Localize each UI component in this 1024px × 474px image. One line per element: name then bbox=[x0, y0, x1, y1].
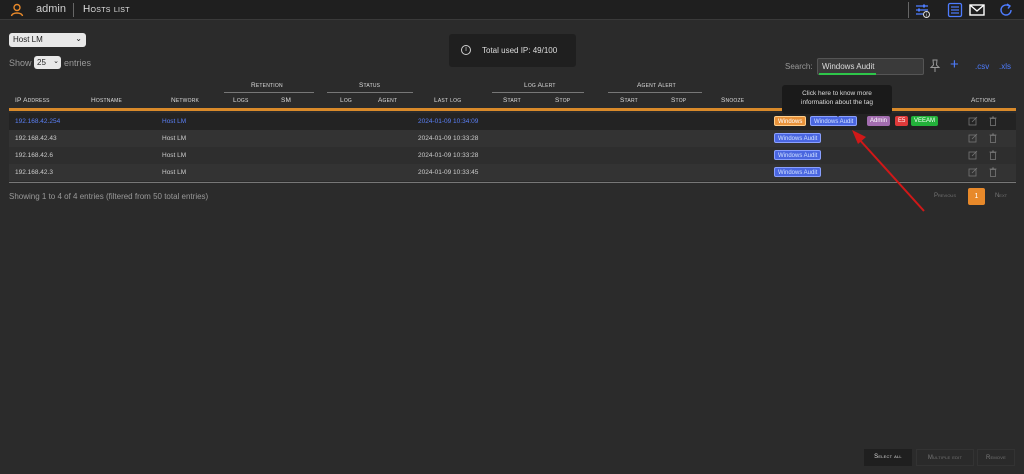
divider bbox=[908, 2, 909, 18]
cell-network: Host LM bbox=[162, 169, 187, 176]
cell-ip[interactable]: 192.168.42.254 bbox=[15, 118, 60, 125]
cell-last-log[interactable]: 2024-01-09 10:34:09 bbox=[418, 118, 478, 125]
filter-settings-icon[interactable]: i bbox=[914, 2, 930, 18]
trash-icon[interactable] bbox=[988, 150, 998, 160]
entries-select-value: 25 bbox=[37, 58, 46, 67]
column-header-agent-alert-stop[interactable]: Stop bbox=[671, 97, 686, 104]
tag-badge[interactable]: Admin bbox=[867, 116, 891, 126]
table-row[interactable]: 192.168.42.254 Host LM 2024-01-09 10:34:… bbox=[9, 113, 1016, 130]
divider bbox=[327, 92, 413, 93]
table-info: Showing 1 to 4 of 4 entries (filtered fr… bbox=[9, 192, 209, 201]
tooltip-arrow bbox=[834, 113, 842, 117]
pin-icon[interactable] bbox=[929, 59, 941, 73]
cell-network: Host LM bbox=[162, 152, 187, 159]
column-header-hostname[interactable]: Hostname bbox=[91, 97, 122, 104]
toast-notification: i Total used IP: 49/100 bbox=[449, 34, 576, 67]
pagination-next[interactable]: Next bbox=[988, 189, 1014, 204]
header-group-agent-alert: Agent Alert bbox=[637, 82, 676, 89]
list-icon[interactable] bbox=[947, 2, 963, 18]
column-header-ip[interactable]: IP Address bbox=[15, 97, 50, 104]
chevron-down-icon: ⌄ bbox=[53, 58, 59, 65]
column-header-last-log[interactable]: Last log bbox=[434, 97, 461, 104]
cell-ip[interactable]: 192.168.42.6 bbox=[15, 152, 53, 159]
column-header-log-alert-stop[interactable]: Stop bbox=[555, 97, 570, 104]
table-row[interactable]: 192.168.42.3 Host LM 2024-01-09 10:33:45… bbox=[9, 164, 1016, 181]
chevron-down-icon: ⌄ bbox=[75, 34, 82, 43]
column-header-log-alert-start[interactable]: Start bbox=[503, 97, 521, 104]
search-input-value: Windows Audit bbox=[822, 62, 875, 71]
header-group-log-alert: Log Alert bbox=[524, 82, 556, 89]
tag-badge[interactable]: Windows Audit bbox=[810, 116, 858, 126]
divider bbox=[224, 92, 314, 93]
cell-ip[interactable]: 192.168.42.43 bbox=[15, 135, 57, 142]
trash-icon[interactable] bbox=[988, 116, 998, 126]
column-header-agent[interactable]: Agent bbox=[378, 97, 397, 104]
entries-select[interactable]: 25 ⌄ bbox=[34, 56, 61, 69]
plus-icon[interactable]: + bbox=[950, 56, 959, 73]
pagination-page[interactable]: 1 bbox=[968, 188, 985, 205]
column-header-network[interactable]: Network bbox=[171, 97, 199, 104]
svg-text:i: i bbox=[926, 13, 927, 19]
cell-ip[interactable]: 192.168.42.3 bbox=[15, 169, 53, 176]
trash-icon[interactable] bbox=[988, 133, 998, 143]
tag-badge[interactable]: Windows Audit bbox=[774, 167, 822, 177]
divider bbox=[73, 3, 74, 17]
table-row[interactable]: 192.168.42.43 Host LM 2024-01-09 10:33:2… bbox=[9, 130, 1016, 147]
divider bbox=[608, 92, 702, 93]
network-select[interactable]: Host LM ⌄ bbox=[9, 33, 86, 47]
search-label: Search: bbox=[785, 62, 813, 71]
edit-icon[interactable] bbox=[968, 167, 978, 177]
divider bbox=[492, 92, 584, 93]
cell-last-log: 2024-01-09 10:33:45 bbox=[418, 169, 479, 176]
column-header-actions: Actions bbox=[971, 97, 996, 104]
multiple-edit-button[interactable]: Multiple edit bbox=[916, 449, 974, 466]
entries-label: entries bbox=[64, 58, 92, 68]
refresh-icon[interactable] bbox=[998, 2, 1014, 18]
info-icon: i bbox=[461, 45, 471, 55]
tag-badge[interactable]: Windows bbox=[774, 116, 807, 126]
mail-icon[interactable] bbox=[969, 2, 985, 18]
show-label: Show bbox=[9, 58, 32, 68]
remove-button[interactable]: Remove bbox=[977, 449, 1015, 466]
header-group-retention: Retention bbox=[251, 82, 283, 89]
export-xls-link[interactable]: .xls bbox=[999, 62, 1011, 71]
edit-icon[interactable] bbox=[968, 116, 978, 126]
export-csv-link[interactable]: .csv bbox=[975, 62, 989, 71]
column-header-snooze[interactable]: Snooze bbox=[721, 97, 744, 104]
cell-last-log: 2024-01-09 10:33:28 bbox=[418, 135, 479, 142]
user-icon[interactable] bbox=[10, 3, 24, 17]
select-all-button[interactable]: Select all bbox=[864, 449, 912, 466]
user-name[interactable]: admin bbox=[36, 3, 66, 15]
cell-last-log: 2024-01-09 10:33:28 bbox=[418, 152, 479, 159]
tag-badge[interactable]: VEEAM bbox=[911, 116, 939, 126]
column-header-logs[interactable]: Logs bbox=[233, 97, 249, 104]
search-highlight bbox=[819, 73, 876, 75]
tag-tooltip: Click here to know more information abou… bbox=[782, 85, 892, 114]
tag-badge[interactable]: E5 bbox=[895, 116, 909, 126]
table-row[interactable]: 192.168.42.6 Host LM 2024-01-09 10:33:28… bbox=[9, 147, 1016, 164]
toast-text: Total used IP: 49/100 bbox=[482, 46, 558, 55]
column-header-sm[interactable]: SM bbox=[281, 97, 291, 104]
column-header-log[interactable]: Log bbox=[340, 97, 352, 104]
edit-icon[interactable] bbox=[968, 150, 978, 160]
cell-network[interactable]: Host LM bbox=[162, 118, 186, 125]
trash-icon[interactable] bbox=[988, 167, 998, 177]
tag-badge[interactable]: Windows Audit bbox=[774, 133, 822, 143]
tag-badge[interactable]: Windows Audit bbox=[774, 150, 822, 160]
network-select-value: Host LM bbox=[13, 35, 43, 44]
edit-icon[interactable] bbox=[968, 133, 978, 143]
pagination-previous[interactable]: Previous bbox=[926, 189, 964, 204]
cell-network: Host LM bbox=[162, 135, 187, 142]
column-header-agent-alert-start[interactable]: Start bbox=[620, 97, 638, 104]
header-group-status: Status bbox=[359, 82, 381, 89]
page-title: Hosts list bbox=[83, 4, 130, 15]
divider bbox=[9, 182, 1016, 183]
top-bar: admin Hosts list i bbox=[0, 0, 1024, 20]
